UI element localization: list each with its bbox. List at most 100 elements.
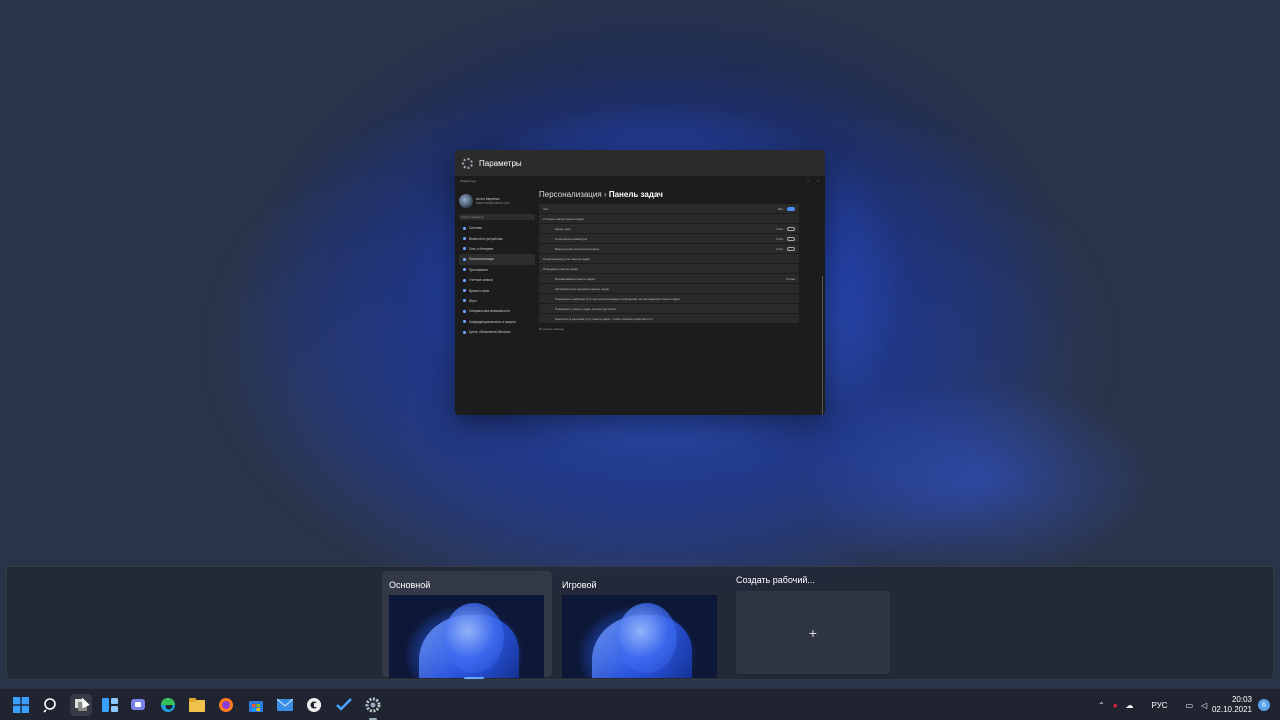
settings-row-label: Показывать эмблемы (счетчик непрочитанны… [555, 296, 681, 301]
settings-rows: Чат Вкл. Угловые значки панели задач Меню п… [539, 204, 799, 323]
settings-row: Поведение панели задач [539, 264, 799, 273]
windows-start-icon[interactable] [10, 694, 32, 716]
sidebar-item-icon [463, 320, 466, 324]
settings-row: Показывать панель задач на всех дисплеях [539, 304, 799, 313]
window-preview-title: Параметры [479, 158, 522, 168]
sidebar-item: Bluetooth и устройства [459, 233, 535, 243]
plus-icon: + [808, 624, 818, 641]
scrollbar [821, 276, 823, 415]
onedrive-cloud-icon[interactable]: ☁ [1126, 701, 1134, 710]
settings-row-label: Выравнивание панели задач [555, 276, 596, 281]
settings-row: Меню пера Откл. [539, 224, 799, 233]
settings-row-value: Слева [786, 276, 795, 281]
window-controls: – □ × [798, 179, 825, 185]
nav-list: Система Bluetooth и устройства Сеть и Инте… [459, 223, 535, 337]
sidebar-item-icon [463, 309, 466, 313]
antivirus-icon[interactable]: ● [1113, 701, 1118, 710]
settings-row-control: Слева [786, 277, 795, 281]
desktop-gaming[interactable]: Игровой [555, 571, 725, 678]
sidebar-item-label: Bluetooth и устройства [469, 236, 503, 241]
desktop-gaming-label: Игровой [562, 580, 597, 590]
network-icon[interactable]: ▭ [1186, 701, 1194, 710]
widgets-icon[interactable] [99, 694, 121, 716]
toggle-switch [787, 226, 795, 231]
wallpaper-bloom-secondary [800, 380, 1160, 580]
sidebar-item-label: Приложения [469, 267, 488, 272]
language-indicator[interactable]: РУС [1152, 701, 1168, 710]
settings-row-label: Щелкните в дальнем углу панели задач, чт… [555, 316, 653, 321]
firefox-icon[interactable] [215, 694, 237, 716]
sidebar-item-icon [463, 278, 466, 282]
ccleaner-icon[interactable] [303, 694, 325, 716]
todo-icon[interactable] [333, 694, 355, 716]
sidebar-item-icon [463, 330, 466, 334]
toggle-switch [787, 236, 795, 241]
sidebar-item-label: Система [469, 226, 482, 231]
search-icon[interactable] [40, 694, 62, 716]
sidebar-item-icon [463, 237, 466, 241]
mail-icon[interactable] [274, 694, 296, 716]
inner-title: Параметры [460, 179, 476, 183]
settings-content: Персонализация › Панель задач Чат Вкл. Угл… [539, 190, 799, 331]
settings-row-label: Чат [543, 206, 548, 211]
settings-row-label: Показывать панель задач на всех дисплеях [555, 306, 617, 311]
sidebar-item: Система [459, 223, 535, 233]
sidebar-item-icon [463, 247, 466, 251]
user-email: karpenko@outlook.com [476, 201, 510, 205]
settings-row-value: Вкл. [778, 206, 784, 211]
desktop-main-thumbnail [389, 595, 544, 678]
desktop-main-label: Основной [389, 580, 431, 590]
user-profile: Антон Карпенко karpenko@outlook.com [459, 194, 535, 208]
system-tray: ⌃ ● ☁ РУС ▭ ◁ [1098, 689, 1207, 720]
settings-row: Автоматически скрывать панель задач [539, 284, 799, 293]
teams-chat-icon[interactable] [128, 694, 150, 716]
settings-window-preview[interactable]: Параметры Параметры – □ × Антон Карпенко k… [455, 150, 825, 415]
sidebar-item: Специальные возможности [459, 306, 535, 316]
notification-badge[interactable]: 6 [1258, 699, 1270, 711]
settings-row: Выравнивание панели задач Слева [539, 274, 799, 283]
settings-row: Чат Вкл. [539, 204, 799, 213]
sidebar-item-label: Конфиденциальность и защита [469, 319, 516, 324]
sidebar-item: Игры [459, 296, 535, 306]
sidebar-item-label: Игры [469, 298, 477, 303]
settings-row: Угловые значки панели задач [539, 214, 799, 223]
help-link: Получить помощь [539, 327, 565, 331]
volume-icon[interactable]: ◁ [1201, 701, 1207, 710]
sidebar-item: Время и язык [459, 285, 535, 295]
sidebar-item: Учетные записи [459, 275, 535, 285]
sidebar-item: Приложения [459, 265, 535, 275]
sidebar-item-icon [463, 257, 466, 261]
settings-row-control: Откл. [776, 226, 795, 231]
sidebar-item: Персонализация [459, 254, 535, 265]
minimize-icon: – [797, 179, 800, 183]
settings-row-control: Откл. [776, 236, 795, 241]
sidebar-item-label: Персонализация [469, 257, 494, 262]
new-desktop-button[interactable]: + [736, 591, 890, 674]
sidebar-item-label: Центр обновления Windows [469, 330, 511, 335]
taskbar: ⌃ ● ☁ РУС ▭ ◁ 20:03 02.10.2021 6 [0, 688, 1280, 720]
sidebar-item-icon [463, 268, 466, 272]
file-explorer-icon[interactable] [186, 694, 208, 716]
sidebar-item-icon [463, 226, 466, 230]
settings-row-control: Откл. [776, 246, 795, 251]
settings-row-value: Откл. [776, 246, 784, 251]
page-title: Панель задач [608, 190, 663, 199]
edge-icon[interactable] [157, 694, 179, 716]
toggle-switch [787, 206, 795, 211]
sidebar-item-label: Время и язык [469, 288, 490, 293]
settings-icon[interactable] [362, 694, 384, 716]
selected-desktop-indicator [464, 677, 484, 679]
window-preview-titlebar: Параметры [455, 150, 825, 176]
clock[interactable]: 20:03 02.10.2021 [1212, 695, 1252, 715]
desktop-main[interactable]: Основной [382, 571, 552, 678]
settings-row-value: Откл. [776, 236, 784, 241]
breadcrumb-parent: Персонализация [539, 190, 602, 199]
desktop-gaming-thumbnail [562, 595, 717, 678]
store-icon[interactable] [245, 694, 267, 716]
new-desktop-label: Создать рабочий... [736, 575, 815, 585]
settings-row-label: Меню пера [555, 226, 571, 231]
chevron-up-icon[interactable]: ⌃ [1098, 701, 1105, 710]
settings-sidebar: Антон Карпенко karpenko@outlook.com Найт… [459, 188, 535, 337]
settings-gear-icon [462, 157, 473, 169]
avatar [459, 194, 473, 208]
